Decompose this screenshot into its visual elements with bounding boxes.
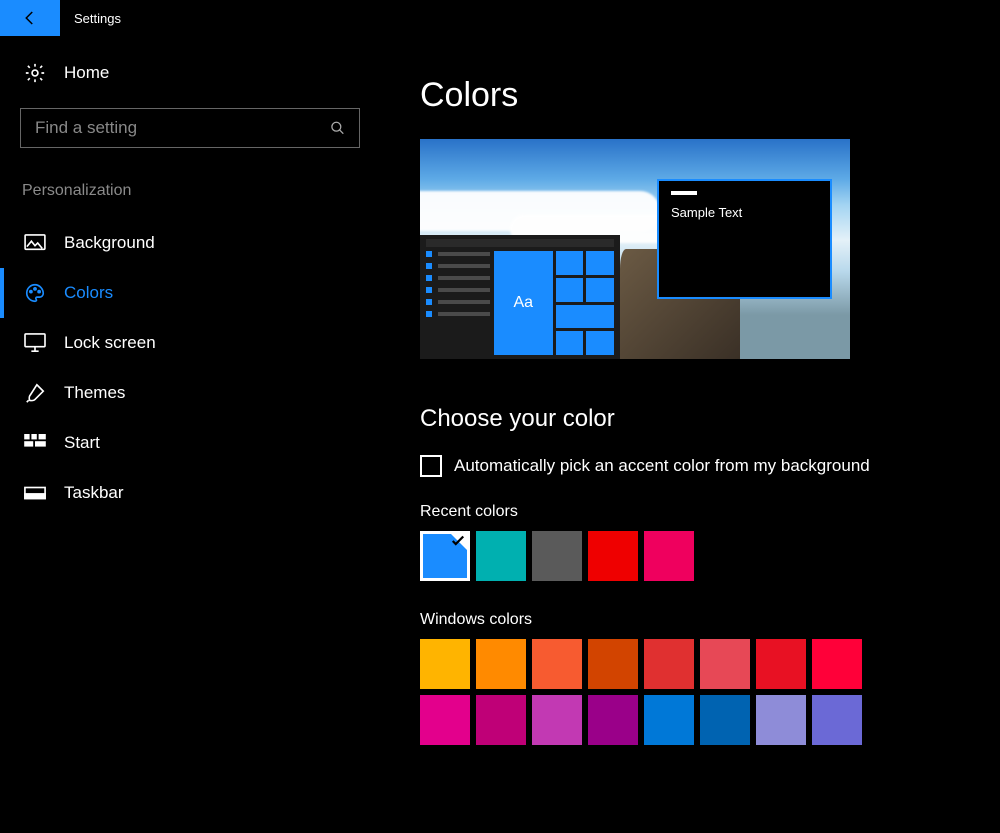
checkbox-icon[interactable] bbox=[420, 455, 442, 477]
nav-group-label: Personalization bbox=[20, 182, 360, 200]
page-title: Colors bbox=[420, 76, 1000, 115]
start-grid-icon bbox=[24, 432, 46, 454]
nav-item-label: Background bbox=[64, 233, 155, 253]
recent-color-swatch[interactable] bbox=[532, 531, 582, 581]
windows-colors-label: Windows colors bbox=[420, 611, 1000, 629]
windows-color-swatch[interactable] bbox=[420, 695, 470, 745]
back-button[interactable] bbox=[0, 0, 60, 36]
color-preview: Aa Sample Text bbox=[420, 139, 850, 359]
windows-colors-grid bbox=[420, 639, 1000, 745]
windows-color-swatch[interactable] bbox=[756, 639, 806, 689]
gear-icon bbox=[24, 62, 46, 84]
windows-color-swatch[interactable] bbox=[588, 639, 638, 689]
taskbar-icon bbox=[24, 482, 46, 504]
nav-item-colors[interactable]: Colors bbox=[0, 268, 360, 318]
titlebar: Settings bbox=[0, 0, 1000, 36]
nav-item-label: Themes bbox=[64, 383, 125, 403]
recent-colors-row bbox=[420, 531, 1000, 581]
preview-window-text: Sample Text bbox=[671, 205, 830, 220]
auto-pick-checkbox-row[interactable]: Automatically pick an accent color from … bbox=[420, 455, 1000, 477]
search-icon bbox=[330, 120, 345, 136]
windows-color-swatch[interactable] bbox=[588, 695, 638, 745]
main-content: Colors Aa bbox=[380, 36, 1000, 745]
nav-item-lockscreen[interactable]: Lock screen bbox=[0, 318, 360, 368]
nav-item-background[interactable]: Background bbox=[0, 218, 360, 268]
preview-tile-text: Aa bbox=[494, 251, 553, 355]
arrow-left-icon bbox=[21, 9, 39, 27]
windows-color-swatch[interactable] bbox=[644, 639, 694, 689]
windows-color-swatch[interactable] bbox=[476, 695, 526, 745]
palette-icon bbox=[24, 282, 46, 304]
windows-color-swatch[interactable] bbox=[700, 639, 750, 689]
brush-icon bbox=[24, 382, 46, 404]
home-button[interactable]: Home bbox=[20, 62, 360, 84]
sidebar: Home Personalization Background Colors L… bbox=[0, 36, 380, 745]
picture-icon bbox=[24, 232, 46, 254]
check-icon bbox=[449, 532, 467, 550]
recent-color-swatch[interactable] bbox=[420, 531, 470, 581]
windows-color-swatch[interactable] bbox=[476, 639, 526, 689]
search-input[interactable] bbox=[35, 118, 330, 138]
windows-color-swatch[interactable] bbox=[644, 695, 694, 745]
recent-color-swatch[interactable] bbox=[588, 531, 638, 581]
preview-start-menu: Aa bbox=[420, 235, 620, 359]
recent-color-swatch[interactable] bbox=[476, 531, 526, 581]
preview-window: Sample Text bbox=[657, 179, 832, 299]
nav-item-start[interactable]: Start bbox=[0, 418, 360, 468]
windows-color-swatch[interactable] bbox=[532, 695, 582, 745]
recent-color-swatch[interactable] bbox=[644, 531, 694, 581]
windows-color-swatch[interactable] bbox=[756, 695, 806, 745]
nav-item-label: Start bbox=[64, 433, 100, 453]
recent-colors-label: Recent colors bbox=[420, 503, 1000, 521]
nav-item-themes[interactable]: Themes bbox=[0, 368, 360, 418]
windows-color-swatch[interactable] bbox=[812, 639, 862, 689]
windows-color-swatch[interactable] bbox=[812, 695, 862, 745]
search-input-container[interactable] bbox=[20, 108, 360, 148]
choose-color-heading: Choose your color bbox=[420, 405, 1000, 433]
nav-item-label: Lock screen bbox=[64, 333, 156, 353]
auto-pick-label: Automatically pick an accent color from … bbox=[454, 456, 870, 476]
nav-item-label: Colors bbox=[64, 283, 113, 303]
windows-color-swatch[interactable] bbox=[700, 695, 750, 745]
nav-item-taskbar[interactable]: Taskbar bbox=[0, 468, 360, 518]
windows-color-swatch[interactable] bbox=[420, 639, 470, 689]
windows-color-swatch[interactable] bbox=[532, 639, 582, 689]
home-label: Home bbox=[64, 63, 109, 83]
nav-item-label: Taskbar bbox=[64, 483, 124, 503]
app-title: Settings bbox=[74, 11, 121, 26]
monitor-icon bbox=[24, 332, 46, 354]
